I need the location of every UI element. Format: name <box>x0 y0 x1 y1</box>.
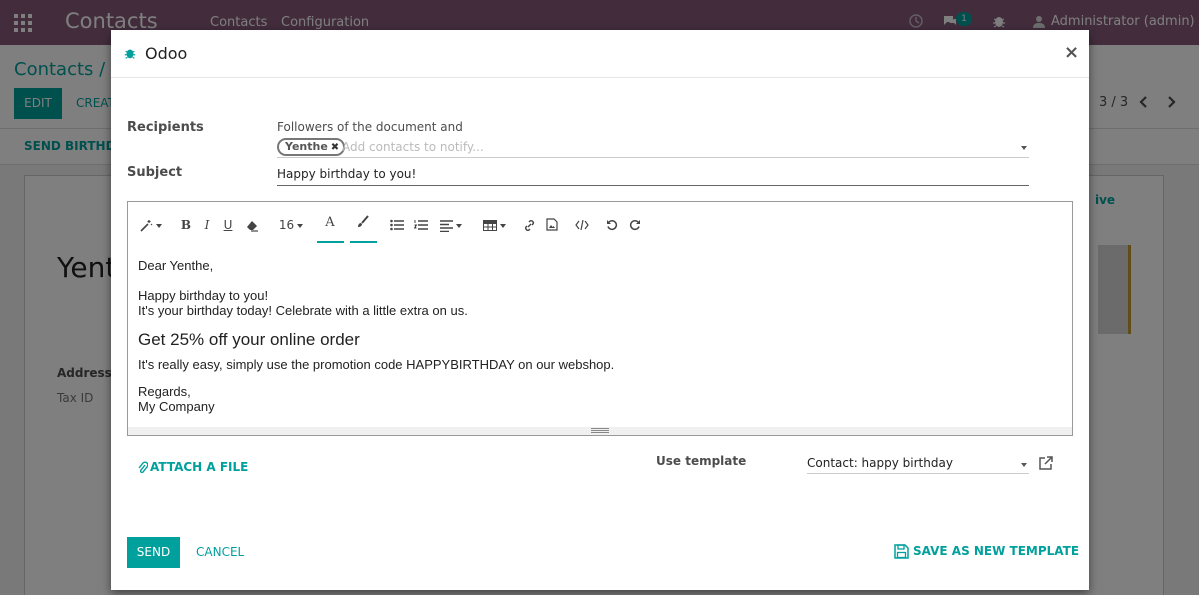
link-icon <box>525 220 534 231</box>
insert-link-button[interactable] <box>523 217 537 233</box>
body-line-3: It's really easy, simply use the promoti… <box>138 357 615 372</box>
remove-tag-icon[interactable]: ✖ <box>331 142 339 153</box>
save-as-template-label: SAVE AS NEW TEMPLATE <box>913 544 1080 558</box>
underline-button[interactable]: U <box>222 217 234 233</box>
undo-icon <box>607 220 618 231</box>
attach-file-label: ATTACH A FILE <box>150 460 249 474</box>
redo-button[interactable] <box>629 217 643 233</box>
code-view-button[interactable] <box>575 217 591 233</box>
redo-icon <box>629 220 640 231</box>
body-regards: Regards, <box>138 384 191 399</box>
body-heading: Get 25% off your online order <box>138 330 360 349</box>
template-value: Contact: happy birthday <box>807 456 953 470</box>
use-template-label: Use template <box>656 454 747 468</box>
highlight-color-button[interactable] <box>356 215 370 231</box>
body-line-2: It's your birthday today! Celebrate with… <box>138 303 468 318</box>
cancel-button[interactable]: CANCEL <box>196 545 244 559</box>
subject-label: Subject <box>127 165 183 180</box>
body-editor: B I U 16 A Dear Yenthe, Happy birthday t… <box>127 201 1073 436</box>
bold-button[interactable]: B <box>180 217 192 233</box>
paragraph-align-dropdown[interactable] <box>438 217 464 233</box>
image-file-icon <box>546 218 558 231</box>
dropdown-caret-icon[interactable] <box>1021 463 1027 467</box>
font-size-value: 16 <box>278 218 295 232</box>
font-size-dropdown[interactable]: 16 <box>276 217 306 233</box>
dropdown-caret-icon[interactable] <box>1021 146 1027 150</box>
body-line-1: Happy birthday to you! <box>138 288 269 303</box>
compose-email-dialog: Odoo × Recipients Followers of the docum… <box>111 30 1089 590</box>
recipient-tag-label: Yenthe <box>285 140 328 153</box>
template-select[interactable]: Contact: happy birthday <box>807 454 1029 474</box>
recipients-label: Recipients <box>127 120 204 135</box>
recipients-input[interactable] <box>342 138 1002 156</box>
brush-icon <box>358 215 369 227</box>
text-color-indicator <box>317 241 344 243</box>
followers-text: Followers of the document and <box>277 120 463 134</box>
paperclip-icon <box>138 461 149 474</box>
table-icon <box>482 220 497 231</box>
insert-image-button[interactable] <box>546 217 560 233</box>
editor-resize-handle[interactable] <box>128 427 1072 435</box>
close-button[interactable]: × <box>1064 42 1079 63</box>
recipients-field[interactable]: Yenthe ✖ <box>277 138 1029 158</box>
highlight-color-indicator <box>350 241 377 243</box>
bullet-list-icon <box>390 219 404 231</box>
bullet-list-button[interactable] <box>390 217 404 233</box>
grip-icon <box>591 428 609 433</box>
magic-wand-icon <box>140 220 153 232</box>
clear-format-button[interactable] <box>246 217 260 233</box>
subject-input[interactable]: Happy birthday to you! <box>277 165 1029 186</box>
eraser-icon <box>247 221 258 232</box>
italic-button[interactable]: I <box>202 217 212 233</box>
style-dropdown[interactable] <box>138 217 164 233</box>
modal-header: Odoo × <box>111 30 1089 78</box>
text-color-button[interactable]: A <box>323 215 337 231</box>
editor-toolbar: B I U 16 A <box>128 202 1072 244</box>
send-button[interactable]: SEND <box>127 537 180 568</box>
body-signature: My Company <box>138 399 215 414</box>
save-icon <box>894 544 909 559</box>
numbered-list-icon <box>414 220 428 230</box>
code-icon <box>575 220 589 230</box>
numbered-list-button[interactable] <box>414 217 428 233</box>
table-dropdown[interactable] <box>481 217 507 233</box>
attach-file-button[interactable]: ATTACH A FILE <box>137 460 248 474</box>
align-left-icon <box>440 219 453 232</box>
external-link-icon[interactable] <box>1039 456 1053 470</box>
save-as-template-button[interactable]: SAVE AS NEW TEMPLATE <box>894 544 1079 559</box>
bug-icon <box>124 49 136 59</box>
body-greeting: Dear Yenthe, <box>138 258 214 273</box>
undo-button[interactable] <box>606 217 620 233</box>
recipient-tag: Yenthe ✖ <box>277 138 346 156</box>
modal-title: Odoo <box>145 44 188 63</box>
